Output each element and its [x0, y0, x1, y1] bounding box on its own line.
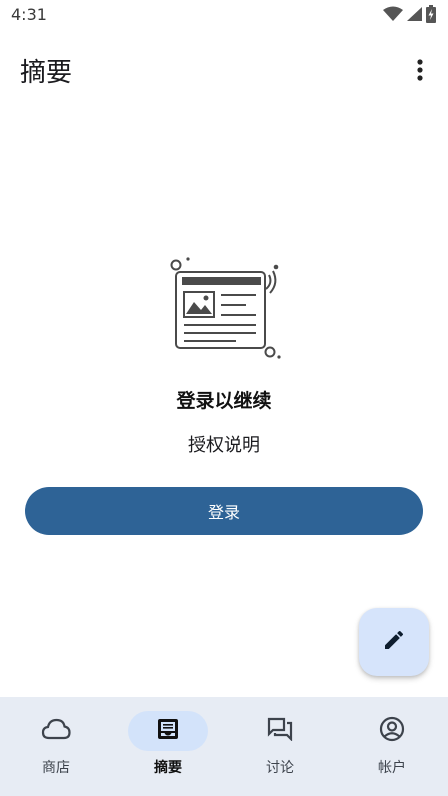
battery-charging-icon	[426, 5, 436, 27]
pencil-icon	[382, 628, 406, 656]
news-article-illustration	[166, 255, 284, 363]
status-time: 4:31	[11, 5, 47, 24]
bottom-navigation: 商店 摘要 讨论 帐户	[0, 697, 448, 796]
login-button[interactable]: 登录	[25, 487, 423, 535]
nav-icon-container	[240, 711, 320, 751]
nav-icon-container	[16, 711, 96, 751]
nav-label-discussion: 讨论	[266, 760, 294, 776]
nav-icon-container-active	[128, 711, 208, 751]
forum-icon	[267, 717, 293, 745]
nav-label-digest: 摘要	[154, 760, 182, 776]
nav-item-discussion[interactable]: 讨论	[224, 697, 336, 796]
more-vert-icon	[417, 59, 423, 85]
wifi-icon	[383, 6, 403, 26]
cellular-signal-icon	[406, 6, 423, 26]
nav-label-account: 帐户	[378, 760, 406, 776]
page-title: 摘要	[20, 58, 73, 88]
nav-label-store: 商店	[42, 760, 70, 776]
empty-state-title: 登录以继续	[176, 390, 272, 412]
status-icons	[383, 5, 436, 27]
nav-item-digest[interactable]: 摘要	[112, 697, 224, 796]
compose-fab[interactable]	[359, 608, 429, 676]
nav-icon-container	[352, 711, 432, 751]
nav-item-store[interactable]: 商店	[0, 697, 112, 796]
inbox-icon	[156, 717, 180, 745]
cloud-icon	[41, 718, 71, 744]
login-button-label: 登录	[207, 503, 240, 522]
nav-item-account[interactable]: 帐户	[336, 697, 448, 796]
account-circle-icon	[379, 716, 405, 746]
app-bar: 摘要	[0, 40, 448, 100]
empty-state-description: 授权说明	[188, 435, 260, 456]
more-options-button[interactable]	[400, 52, 440, 92]
status-bar: 4:31	[0, 0, 448, 30]
